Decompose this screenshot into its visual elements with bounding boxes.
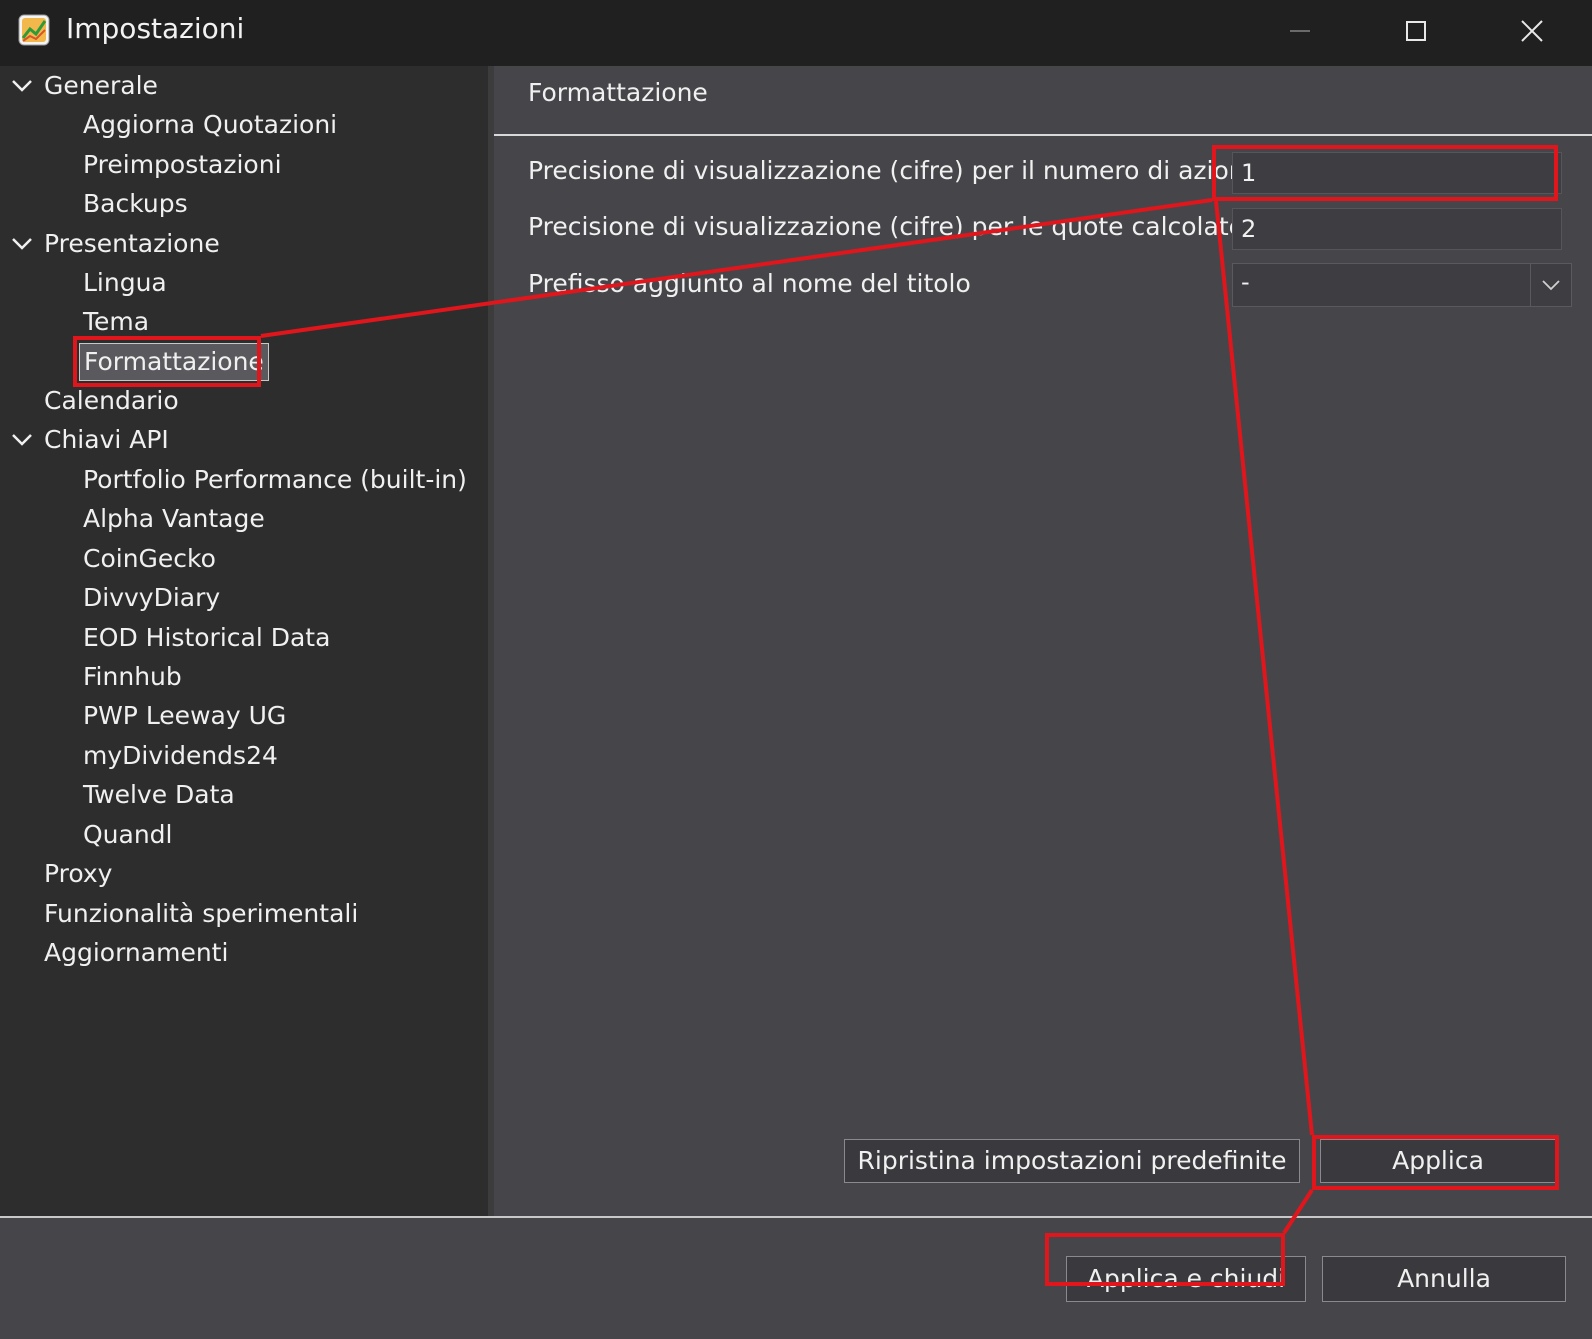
tree-item-generale[interactable]: Generale: [44, 68, 158, 104]
tree-item-lingua[interactable]: Lingua: [83, 265, 167, 301]
tree-item-calendario[interactable]: Calendario: [44, 383, 179, 419]
maximize-button[interactable]: [1388, 8, 1444, 54]
tree-item-portfolio-performance[interactable]: Portfolio Performance (built-in): [83, 462, 467, 498]
tree-item-formattazione[interactable]: Formattazione: [79, 343, 269, 381]
tree-item-aggiornamenti[interactable]: Aggiornamenti: [44, 935, 228, 971]
tree-item-quandl[interactable]: Quandl: [83, 817, 173, 853]
prefix-label: Prefisso aggiunto al nome del titolo: [528, 269, 971, 298]
tree-item-chiavi-api[interactable]: Chiavi API: [44, 422, 169, 458]
chevron-down-icon[interactable]: [1530, 264, 1571, 306]
apply-and-close-button[interactable]: Applica e chiudi: [1066, 1256, 1306, 1302]
tree-item-alpha-vantage[interactable]: Alpha Vantage: [83, 501, 265, 537]
tree-item-finnhub[interactable]: Finnhub: [83, 659, 182, 695]
chevron-down-icon[interactable]: [10, 232, 34, 256]
tree-item-funzionalita-sperimentali[interactable]: Funzionalità sperimentali: [44, 896, 358, 932]
chart-app-icon: [18, 14, 50, 46]
tree-item-divvydiary[interactable]: DivvyDiary: [83, 580, 220, 616]
share-precision-input[interactable]: 1: [1232, 152, 1562, 194]
prefix-dropdown[interactable]: -: [1232, 263, 1572, 307]
cancel-button[interactable]: Annulla: [1322, 1256, 1566, 1302]
quote-precision-input[interactable]: 2: [1232, 208, 1562, 250]
tree-item-aggiorna-quotazioni[interactable]: Aggiorna Quotazioni: [83, 107, 337, 143]
apply-button[interactable]: Applica: [1320, 1139, 1556, 1183]
restore-defaults-button[interactable]: Ripristina impostazioni predefinite: [844, 1139, 1300, 1183]
dialog-footer: Applica e chiudi Annulla: [0, 1216, 1592, 1339]
close-button[interactable]: [1504, 8, 1560, 54]
tree-item-eod-historical-data[interactable]: EOD Historical Data: [83, 620, 330, 656]
tree-item-proxy[interactable]: Proxy: [44, 856, 112, 892]
tree-item-preimpostazioni[interactable]: Preimpostazioni: [83, 147, 282, 183]
settings-tree: Generale Aggiorna Quotazioni Preimpostaz…: [0, 66, 488, 1216]
page-divider: [494, 134, 1592, 136]
tree-item-twelve-data[interactable]: Twelve Data: [83, 777, 235, 813]
tree-item-mydividends24[interactable]: myDividends24: [83, 738, 278, 774]
chevron-down-icon[interactable]: [10, 428, 34, 452]
tree-item-coingecko[interactable]: CoinGecko: [83, 541, 216, 577]
tree-item-presentazione[interactable]: Presentazione: [44, 226, 220, 262]
settings-window: Impostazioni Generale Aggiorna Quotazion…: [0, 0, 1592, 1339]
title-bar: Impostazioni: [0, 0, 1592, 66]
window-title: Impostazioni: [66, 12, 245, 45]
page-title: Formattazione: [528, 78, 708, 107]
share-precision-label: Precisione di visualizzazione (cifre) pe…: [528, 156, 1252, 185]
chevron-down-icon[interactable]: [10, 74, 34, 98]
tree-item-backups[interactable]: Backups: [83, 186, 188, 222]
tree-item-tema[interactable]: Tema: [83, 304, 149, 340]
settings-page: Formattazione Precisione di visualizzazi…: [494, 66, 1592, 1216]
tree-item-pwp-leeway-ug[interactable]: PWP Leeway UG: [83, 698, 286, 734]
minimize-button[interactable]: [1272, 8, 1328, 54]
quote-precision-label: Precisione di visualizzazione (cifre) pe…: [528, 212, 1245, 241]
prefix-selected-value: -: [1241, 268, 1250, 296]
